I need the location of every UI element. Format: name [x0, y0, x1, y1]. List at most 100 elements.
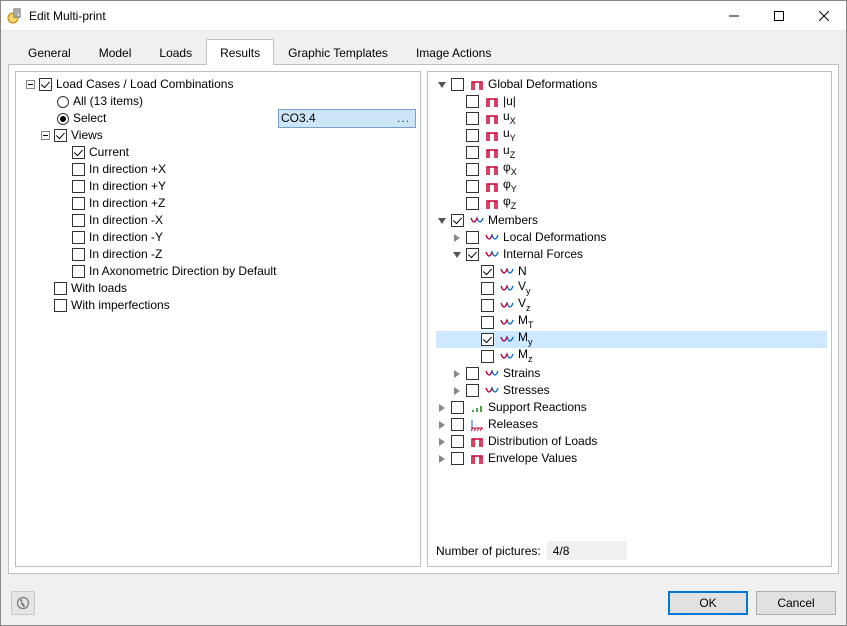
- minimize-button[interactable]: [711, 1, 756, 30]
- tree-item-if-2[interactable]: Vz: [436, 297, 827, 314]
- checkbox[interactable]: [72, 180, 85, 193]
- tree-item-all[interactable]: All (13 items): [24, 93, 416, 110]
- close-button[interactable]: [801, 1, 846, 30]
- checkbox[interactable]: [481, 350, 494, 363]
- load-case-picker[interactable]: CO3.4...: [278, 109, 416, 128]
- chevron-right-icon[interactable]: [436, 436, 448, 448]
- checkbox[interactable]: [481, 282, 494, 295]
- checkbox[interactable]: [54, 282, 67, 295]
- tree-item-gd-6[interactable]: φZ: [436, 195, 827, 212]
- tree-item-gd-0[interactable]: |u|: [436, 93, 827, 110]
- chevron-right-icon[interactable]: [436, 402, 448, 414]
- chevron-down-icon[interactable]: [451, 249, 463, 261]
- checkbox[interactable]: [451, 214, 464, 227]
- checkbox[interactable]: [451, 418, 464, 431]
- tree-item-view-3[interactable]: In direction +Z: [24, 195, 416, 212]
- tree-item-strains[interactable]: Strains: [436, 365, 827, 382]
- ok-button[interactable]: OK: [668, 591, 748, 615]
- tree-item-envelope[interactable]: Envelope Values: [436, 450, 827, 467]
- checkbox[interactable]: [54, 299, 67, 312]
- tree-item-select[interactable]: Select CO3.4...: [24, 110, 416, 127]
- radio[interactable]: [57, 96, 69, 108]
- ellipsis-icon[interactable]: ...: [394, 110, 413, 127]
- chevron-right-icon[interactable]: [436, 419, 448, 431]
- checkbox[interactable]: [466, 146, 479, 159]
- checkbox[interactable]: [466, 197, 479, 210]
- checkbox[interactable]: [72, 214, 85, 227]
- checkbox[interactable]: [451, 435, 464, 448]
- checkbox[interactable]: [466, 248, 479, 261]
- tree-item-gd-3[interactable]: uZ: [436, 144, 827, 161]
- checkbox[interactable]: [72, 265, 85, 278]
- checkbox[interactable]: [72, 197, 85, 210]
- cancel-button[interactable]: Cancel: [756, 591, 836, 615]
- checkbox[interactable]: [451, 78, 464, 91]
- tree-item-view-2[interactable]: In direction +Y: [24, 178, 416, 195]
- checkbox[interactable]: [72, 231, 85, 244]
- help-button[interactable]: [11, 591, 35, 615]
- tree-item-view-1[interactable]: In direction +X: [24, 161, 416, 178]
- chevron-right-icon[interactable]: [451, 232, 463, 244]
- tree-item-if-5[interactable]: Mz: [436, 348, 827, 365]
- tab-general[interactable]: General: [14, 39, 85, 65]
- tree-item-load-cases[interactable]: Load Cases / Load Combinations: [24, 76, 416, 93]
- tree-item-stresses[interactable]: Stresses: [436, 382, 827, 399]
- checkbox[interactable]: [466, 180, 479, 193]
- tree-item-support[interactable]: Support Reactions: [436, 399, 827, 416]
- tree-item-gd-4[interactable]: φX: [436, 161, 827, 178]
- checkbox[interactable]: [54, 129, 67, 142]
- tree-item-gd-1[interactable]: uX: [436, 110, 827, 127]
- tree-item-local-def[interactable]: Local Deformations: [436, 229, 827, 246]
- tab-loads[interactable]: Loads: [145, 39, 206, 65]
- checkbox[interactable]: [466, 95, 479, 108]
- chevron-down-icon[interactable]: [436, 79, 448, 91]
- tree-item-global-deformations[interactable]: Global Deformations: [436, 76, 827, 93]
- tab-model[interactable]: Model: [85, 39, 146, 65]
- chevron-down-icon[interactable]: [436, 215, 448, 227]
- tree-item-members[interactable]: Members: [436, 212, 827, 229]
- tab-graphic-templates[interactable]: Graphic Templates: [274, 39, 402, 65]
- checkbox[interactable]: [481, 299, 494, 312]
- checkbox[interactable]: [466, 231, 479, 244]
- collapse-icon[interactable]: [24, 79, 36, 91]
- tree-item-view-7[interactable]: In Axonometric Direction by Default: [24, 263, 416, 280]
- tree-item-distribution[interactable]: Distribution of Loads: [436, 433, 827, 450]
- tree-item-with-imperfections[interactable]: With imperfections: [24, 297, 416, 314]
- tree-item-view-4[interactable]: In direction -X: [24, 212, 416, 229]
- tree-item-if-0[interactable]: N: [436, 263, 827, 280]
- collapse-icon[interactable]: [39, 130, 51, 142]
- tree-item-views[interactable]: Views: [24, 127, 416, 144]
- checkbox[interactable]: [466, 384, 479, 397]
- checkbox[interactable]: [466, 129, 479, 142]
- tree-item-gd-5[interactable]: φY: [436, 178, 827, 195]
- tree-item-gd-2[interactable]: uY: [436, 127, 827, 144]
- checkbox[interactable]: [481, 333, 494, 346]
- checkbox[interactable]: [451, 401, 464, 414]
- tree-item-releases[interactable]: Releases: [436, 416, 827, 433]
- tree-item-view-6[interactable]: In direction -Z: [24, 246, 416, 263]
- chevron-right-icon[interactable]: [436, 453, 448, 465]
- checkbox[interactable]: [466, 112, 479, 125]
- maximize-button[interactable]: [756, 1, 801, 30]
- checkbox[interactable]: [481, 316, 494, 329]
- checkbox[interactable]: [466, 163, 479, 176]
- tab-image-actions[interactable]: Image Actions: [402, 39, 505, 65]
- checkbox[interactable]: [39, 78, 52, 91]
- tree-item-if-4[interactable]: My: [436, 331, 827, 348]
- tree-item-view-5[interactable]: In direction -Y: [24, 229, 416, 246]
- tab-results[interactable]: Results: [206, 39, 274, 65]
- radio[interactable]: [57, 113, 69, 125]
- checkbox[interactable]: [72, 248, 85, 261]
- checkbox[interactable]: [72, 146, 85, 159]
- checkbox[interactable]: [481, 265, 494, 278]
- tree-item-if-1[interactable]: Vy: [436, 280, 827, 297]
- checkbox[interactable]: [72, 163, 85, 176]
- checkbox[interactable]: [451, 452, 464, 465]
- chevron-right-icon[interactable]: [451, 385, 463, 397]
- tree-item-view-0[interactable]: Current: [24, 144, 416, 161]
- tree-item-with-loads[interactable]: With loads: [24, 280, 416, 297]
- tree-item-if-3[interactable]: MT: [436, 314, 827, 331]
- checkbox[interactable]: [466, 367, 479, 380]
- tree-item-internal-forces[interactable]: Internal Forces: [436, 246, 827, 263]
- chevron-right-icon[interactable]: [451, 368, 463, 380]
